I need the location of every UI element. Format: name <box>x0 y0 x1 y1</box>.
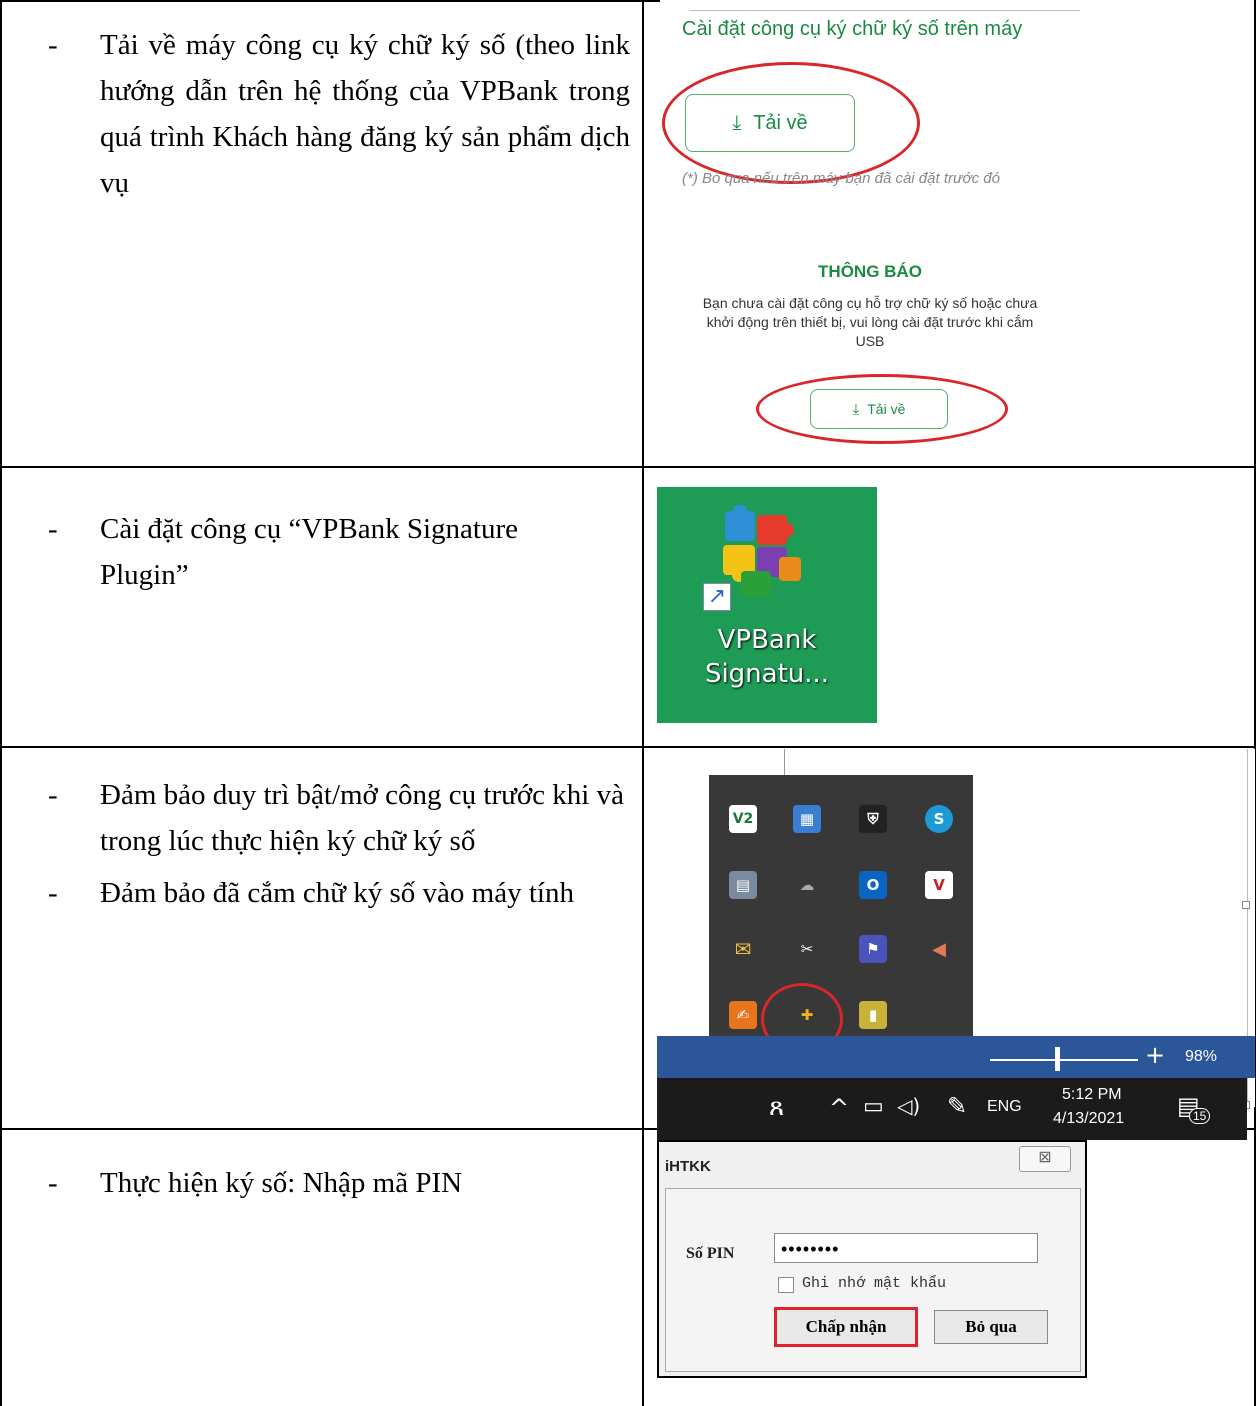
tray-icon[interactable]: ▤ <box>729 871 757 899</box>
tray-icon[interactable]: ☁ <box>793 871 821 899</box>
bullet-item: - Đảm bảo duy trì bật/mở công cụ trước k… <box>42 772 634 864</box>
bullet-item: - Cài đặt công cụ “VPBank Signature Plug… <box>42 506 582 598</box>
people-icon[interactable]: ጸ <box>769 1092 784 1123</box>
tray-icon[interactable]: ✍ <box>729 1001 757 1029</box>
bullet-item: - Tải về máy công cụ ký chữ ký số (theo … <box>42 22 630 206</box>
dialog-body: Số PIN •••••••• Ghi nhớ mật khẩu Chấp nh… <box>665 1188 1081 1372</box>
bullet-dash: - <box>48 877 58 909</box>
tray-icon[interactable]: V <box>925 871 953 899</box>
remember-password-checkbox[interactable] <box>778 1277 794 1293</box>
zoom-slider-thumb[interactable] <box>1055 1047 1060 1071</box>
tray-icon[interactable]: S <box>925 805 953 833</box>
language-indicator[interactable]: ENG <box>987 1098 1022 1116</box>
notice-body: Bạn chưa cài đặt công cụ hỗ trợ chữ ký s… <box>702 295 1038 349</box>
volume-icon[interactable]: ◁) <box>897 1094 920 1118</box>
tray-icon[interactable]: V2 <box>729 805 757 833</box>
resize-handle <box>1242 901 1250 909</box>
row-3-text: - Đảm bảo duy trì bật/mở công cụ trước k… <box>42 772 634 916</box>
row-2-text: - Cài đặt công cụ “VPBank Signature Plug… <box>42 506 582 598</box>
install-heading: Cài đặt công cụ ký chữ ký số trên máy <box>682 18 1023 40</box>
chevron-up-icon[interactable]: ^ <box>829 1094 849 1122</box>
shortcut-label-line-2: Signatu... <box>704 659 830 689</box>
bullet-item: - Thực hiện ký số: Nhập mã PIN <box>42 1160 582 1206</box>
bullet-dash: - <box>48 29 58 61</box>
table-border-top <box>0 0 660 2</box>
notification-count: 15 <box>1189 1108 1211 1124</box>
dialog-title: iHTKK <box>665 1158 711 1175</box>
cancel-button[interactable]: Bỏ qua <box>934 1310 1048 1344</box>
bullet-text: Thực hiện ký số: Nhập mã PIN <box>100 1167 463 1199</box>
bullet-dash: - <box>48 779 58 811</box>
zoom-in-button[interactable]: + <box>1145 1041 1165 1069</box>
notice-title: THÔNG BÁO <box>818 262 922 281</box>
accept-button[interactable]: Chấp nhận <box>774 1307 918 1347</box>
skip-note: (*) Bỏ qua nếu trên máy bạn đã cài đặt t… <box>682 170 1000 187</box>
clock-time[interactable]: 5:12 PM <box>1062 1086 1122 1104</box>
bullet-item: - Đảm bảo đã cắm chữ ký số vào máy tính <box>42 870 634 916</box>
download-screenshot: Cài đặt công cụ ký chữ ký số trên máy ⤓ … <box>660 0 1080 466</box>
row-4-text: - Thực hiện ký số: Nhập mã PIN <box>42 1160 582 1206</box>
row-1-text: - Tải về máy công cụ ký chữ ký số (theo … <box>42 22 630 206</box>
bullet-text: Tải về máy công cụ ký chữ ký số (theo li… <box>100 29 630 199</box>
close-button[interactable]: ⊠ <box>1019 1146 1071 1172</box>
tray-overflow-panel: V2 ▦ ⛨ S ▤ ☁ O V ✉ ✂ ⚑ ◀ ✍ ✚ ▮ <box>709 775 973 1075</box>
pin-dialog: iHTKK ⊠ Số PIN •••••••• Ghi nhớ mật khẩu… <box>659 1142 1085 1376</box>
tray-icon[interactable]: ⚑ <box>859 935 887 963</box>
divider <box>690 10 1080 11</box>
row-divider-1 <box>0 466 1256 468</box>
taskbar: ጸ ^ ▭ ◁) ✎ ENG 5:12 PM 4/13/2021 ▤ 15 <box>657 1078 1247 1140</box>
network-icon[interactable]: ▭ <box>863 1094 884 1119</box>
tray-icon[interactable]: ✉ <box>729 935 757 963</box>
row-divider-2 <box>0 746 1256 748</box>
pen-icon[interactable]: ✎ <box>947 1092 967 1120</box>
zoom-bar: + 98% <box>657 1036 1255 1078</box>
zoom-slider-track[interactable] <box>990 1059 1138 1061</box>
pin-dialog-screenshot: iHTKK ⊠ Số PIN •••••••• Ghi nhớ mật khẩu… <box>657 1140 1087 1378</box>
table-border-left <box>0 0 2 1406</box>
remember-password-label[interactable]: Ghi nhớ mật khẩu <box>802 1275 946 1292</box>
bullet-dash: - <box>48 1167 58 1199</box>
shortcut-arrow-icon: ↗ <box>703 583 731 611</box>
highlight-ellipse <box>756 374 1008 444</box>
shortcut-label[interactable]: VPBank Signatu... <box>657 623 877 691</box>
bullet-text: Đảm bảo đã cắm chữ ký số vào máy tính <box>100 877 574 909</box>
bullet-dash: - <box>48 513 58 545</box>
desktop-shortcut-screenshot: ↗ VPBank Signatu... <box>657 487 877 723</box>
clock-date[interactable]: 4/13/2021 <box>1053 1110 1124 1128</box>
pin-label: Số PIN <box>686 1245 735 1262</box>
tray-icon[interactable]: ▮ <box>859 1001 887 1029</box>
tray-icon[interactable]: ⛨ <box>859 805 887 833</box>
tray-icon[interactable]: O <box>859 871 887 899</box>
table-border-middle <box>642 0 644 1406</box>
system-tray-screenshot: V2 ▦ ⛨ S ▤ ☁ O V ✉ ✂ ⚑ ◀ ✍ ✚ ▮ + 98% ጸ ^… <box>657 749 1255 1140</box>
tray-icon[interactable]: ◀ <box>925 935 953 963</box>
bullet-text: Đảm bảo duy trì bật/mở công cụ trước khi… <box>100 779 624 857</box>
tray-icon[interactable]: ▦ <box>793 805 821 833</box>
shortcut-label-line-1: VPBank <box>717 625 817 655</box>
zoom-percent: 98% <box>1185 1048 1218 1065</box>
bullet-text: Cài đặt công cụ “VPBank Signature Plugin… <box>100 513 518 591</box>
highlight-ellipse <box>662 62 920 184</box>
pin-input[interactable]: •••••••• <box>774 1233 1038 1263</box>
tray-icon[interactable]: ✂ <box>793 935 821 963</box>
